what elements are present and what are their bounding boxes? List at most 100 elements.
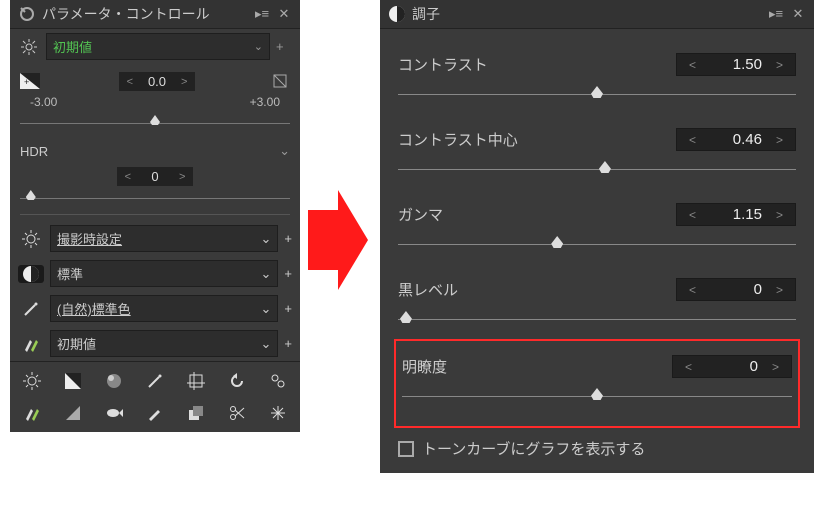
gamma-slider[interactable] xyxy=(398,234,796,250)
exposure-value: 0.0 xyxy=(137,74,177,89)
gamma-value: 1.15 xyxy=(704,206,768,223)
preset-row-brushes: 初期値 ⌄ + xyxy=(10,326,300,361)
fish-icon[interactable] xyxy=(98,402,131,424)
initial-value-select[interactable]: 初期値 ⌄ xyxy=(46,33,270,60)
contrast_center-slider[interactable] xyxy=(398,159,796,175)
preset-select[interactable]: 撮影時設定⌄ xyxy=(50,225,278,252)
increment-button[interactable]: > xyxy=(177,76,191,88)
slider-thumb[interactable] xyxy=(591,388,603,400)
arrow-icon xyxy=(308,190,368,290)
slider-thumb[interactable] xyxy=(26,190,36,200)
picker-icon[interactable] xyxy=(272,73,290,91)
param-row: 明瞭度 < 0 > xyxy=(398,341,796,384)
preset-row-wand: (自然)標準色⌄ + xyxy=(10,291,300,326)
contrast-icon[interactable] xyxy=(18,265,44,283)
separator xyxy=(20,214,290,215)
param-label: コントラスト中心 xyxy=(398,129,518,150)
preset-select[interactable]: 初期値 ⌄ xyxy=(50,330,278,357)
contrast-slider[interactable] xyxy=(398,84,796,100)
sphere-icon[interactable] xyxy=(98,370,131,392)
brushes-icon[interactable] xyxy=(18,335,44,353)
panel-menu-icon[interactable]: ▸≡ xyxy=(254,6,270,22)
decrement-button[interactable]: < xyxy=(121,171,135,183)
chevron-down-icon: ⌄ xyxy=(261,266,272,282)
gears-icon[interactable] xyxy=(261,370,294,392)
clarity-spinner[interactable]: < 0 > xyxy=(672,355,792,378)
crop-icon[interactable] xyxy=(179,370,212,392)
increment-button[interactable]: > xyxy=(764,360,787,374)
increment-button[interactable]: > xyxy=(768,283,791,297)
gear-icon[interactable] xyxy=(18,39,40,55)
slider-thumb[interactable] xyxy=(551,236,563,248)
slider-thumb[interactable] xyxy=(591,86,603,98)
param-row: ガンマ<1.15> xyxy=(394,189,800,232)
tone-curve-checkbox[interactable] xyxy=(398,441,414,457)
panel-menu-icon[interactable]: ▸≡ xyxy=(768,6,784,22)
param-row: コントラスト中心 <0.46> xyxy=(394,114,800,157)
increment-button[interactable]: > xyxy=(768,133,791,147)
scissors-icon[interactable] xyxy=(220,402,253,424)
contrast_center-spinner[interactable]: <0.46> xyxy=(676,128,796,151)
contrast-value: 1.50 xyxy=(704,56,768,73)
black_level-spinner[interactable]: <0> xyxy=(676,278,796,301)
preset-select[interactable]: 標準 ⌄ xyxy=(50,260,278,287)
tone-curve-checkbox-row: トーンカーブにグラフを表示する xyxy=(394,428,800,459)
hdr-spinner[interactable]: < 0 > xyxy=(117,167,194,186)
param-contrast: コントラスト <1.50> xyxy=(394,39,800,100)
add-button[interactable]: + xyxy=(284,301,292,316)
decrement-button[interactable]: < xyxy=(123,76,137,88)
sun-icon[interactable] xyxy=(18,230,44,248)
undo-icon[interactable] xyxy=(220,370,253,392)
slider-thumb[interactable] xyxy=(599,161,611,173)
chevron-down-icon: ⌄ xyxy=(261,336,272,352)
preset-label: 初期値 xyxy=(57,334,96,353)
triangle-icon[interactable] xyxy=(57,402,90,424)
panel-title: 調子 xyxy=(412,4,762,24)
param-label: コントラスト xyxy=(398,54,488,75)
decrement-button[interactable]: < xyxy=(681,208,704,222)
contrast-spinner[interactable]: <1.50> xyxy=(676,53,796,76)
chevron-down-icon: ⌄ xyxy=(254,40,263,53)
clarity-slider[interactable] xyxy=(402,386,792,402)
sparkle-icon[interactable] xyxy=(261,402,294,424)
brushes-icon[interactable] xyxy=(16,402,49,424)
exposure-spinner[interactable]: < 0.0 > xyxy=(119,72,196,91)
clarity-highlight: 明瞭度 < 0 > xyxy=(394,339,800,428)
decrement-button[interactable]: < xyxy=(681,283,704,297)
hdr-slider[interactable] xyxy=(20,190,290,204)
slider-thumb[interactable] xyxy=(400,311,412,323)
increment-button[interactable]: > xyxy=(175,171,189,183)
increment-button[interactable]: > xyxy=(768,208,791,222)
slider-thumb[interactable] xyxy=(150,115,160,125)
add-button[interactable]: + xyxy=(276,39,292,54)
increment-button[interactable]: > xyxy=(768,58,791,72)
levels-icon[interactable] xyxy=(57,370,90,392)
exposure-slider[interactable] xyxy=(20,115,290,129)
param-label: 明瞭度 xyxy=(402,356,447,377)
hdr-select[interactable]: HDR ⌄ xyxy=(10,139,300,163)
add-button[interactable]: + xyxy=(284,231,292,246)
wand-icon[interactable] xyxy=(18,300,44,318)
decrement-button[interactable]: < xyxy=(681,133,704,147)
hdr-label: HDR xyxy=(20,144,279,159)
preset-label: 標準 xyxy=(57,264,83,283)
parameter-control-panel: パラメータ・コントロール ▸≡ ✕ 初期値 ⌄ + + < 0.0 > -3.0… xyxy=(10,0,300,432)
close-icon[interactable]: ✕ xyxy=(276,6,292,22)
brush-icon[interactable] xyxy=(139,402,172,424)
preset-select[interactable]: (自然)標準色⌄ xyxy=(50,295,278,322)
sun-icon[interactable] xyxy=(16,370,49,392)
contrast-icon xyxy=(388,5,406,23)
close-icon[interactable]: ✕ xyxy=(790,6,806,22)
layers-icon[interactable] xyxy=(179,402,212,424)
wand-icon[interactable] xyxy=(139,370,172,392)
black_level-value: 0 xyxy=(704,281,768,298)
app-icon xyxy=(18,5,36,23)
black_level-slider[interactable] xyxy=(398,309,796,325)
range-min: -3.00 xyxy=(30,95,57,109)
add-button[interactable]: + xyxy=(284,336,292,351)
decrement-button[interactable]: < xyxy=(677,360,700,374)
exposure-icon[interactable]: + xyxy=(20,73,42,91)
decrement-button[interactable]: < xyxy=(681,58,704,72)
gamma-spinner[interactable]: <1.15> xyxy=(676,203,796,226)
add-button[interactable]: + xyxy=(284,266,292,281)
